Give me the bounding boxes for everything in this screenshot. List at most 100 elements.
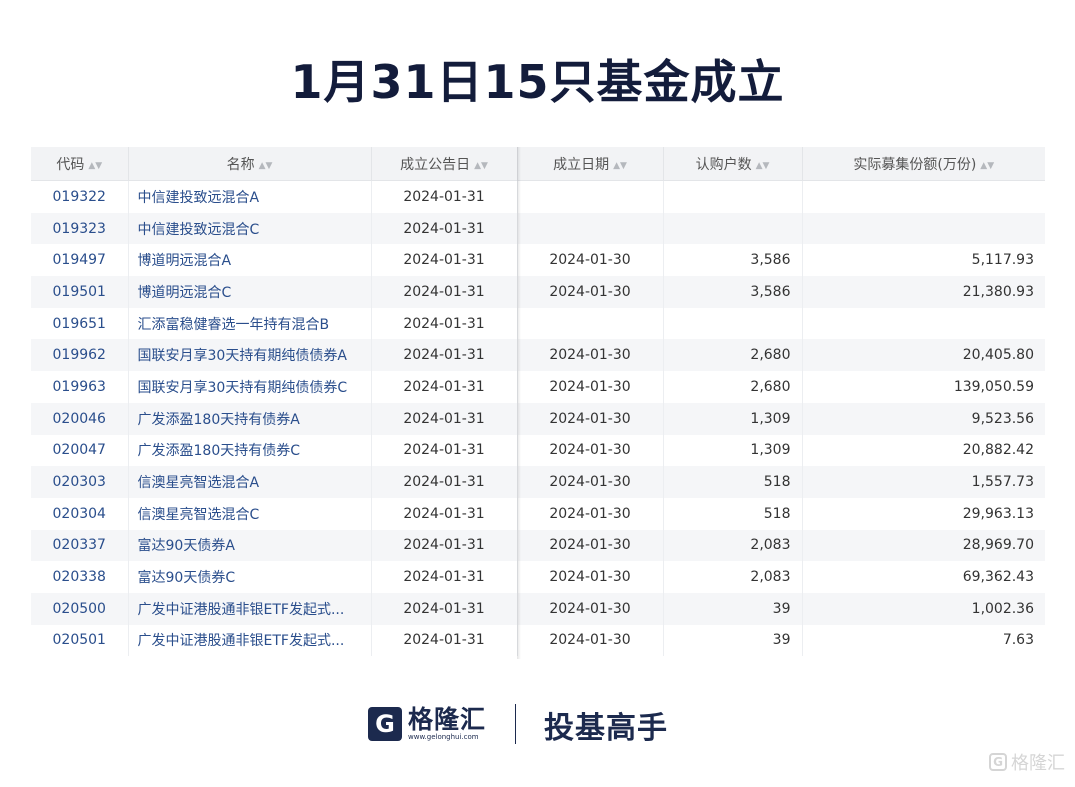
logo-name: 格隆汇	[408, 704, 487, 734]
column-header-establish-date[interactable]: 成立日期 ▲▼	[517, 147, 664, 181]
column-header-name[interactable]: 名称 ▲▼	[128, 147, 372, 181]
fund-table-container: 代码 ▲▼ 名称 ▲▼ 成立公告日 ▲▼ 成立日期 ▲▼ 认购户数 ▲▼ 实际募集份额(万…	[31, 147, 1045, 659]
announce-date-cell: 2024-01-31	[371, 244, 518, 277]
fund-code-link[interactable]: 019322	[31, 180, 129, 213]
establish-date-cell: 2024-01-30	[517, 244, 664, 277]
fund-code-link[interactable]: 020338	[31, 561, 129, 593]
watermark-logo-icon: G	[989, 753, 1007, 771]
establish-date-cell: 2024-01-30	[517, 371, 664, 403]
footer-slogan: 投基高手	[544, 711, 668, 746]
raised-shares-cell: 20,882.42	[962, 442, 1034, 459]
table-row[interactable]: 020047 广发添盈180天持有债券C 2024-01-31 2024-01-30 1…	[31, 434, 1045, 467]
announce-date-cell: 2024-01-31	[371, 434, 518, 467]
fund-name-link[interactable]: 中信建投致远混合A	[128, 180, 372, 213]
fund-name-link[interactable]: 广发添盈180天持有债券C	[128, 434, 372, 467]
watermark: G 格隆汇	[989, 749, 1065, 775]
announce-date-cell: 2024-01-31	[371, 592, 518, 625]
logo-url: www.gelonghui.com	[408, 732, 479, 741]
subscribers-cell: 1,309	[663, 402, 803, 435]
fund-code-link[interactable]: 019651	[31, 307, 129, 340]
table-row[interactable]: 020046 广发添盈180天持有债券A 2024-01-31 2024-01-30 1…	[31, 402, 1045, 435]
raised-shares-cell: 5,117.93	[971, 252, 1034, 269]
fund-name-link[interactable]: 博道明远混合A	[128, 244, 372, 277]
fund-code-link[interactable]: 019501	[31, 276, 129, 308]
establish-date-cell: 2024-01-30	[517, 529, 664, 562]
raised-shares-cell	[802, 308, 1045, 340]
subscribers-cell	[663, 212, 803, 245]
fund-code-link[interactable]: 020047	[31, 434, 129, 467]
fund-table: 代码 ▲▼ 名称 ▲▼ 成立公告日 ▲▼ 成立日期 ▲▼ 认购户数 ▲▼ 实际募集份额(万…	[31, 147, 1045, 657]
column-header-subscribers[interactable]: 认购户数 ▲▼	[663, 147, 803, 181]
subscribers-cell: 518	[663, 497, 803, 530]
table-row[interactable]: 020501 广发中证港股通非银ETF发起式... 2024-01-31 2024-0…	[31, 624, 1045, 657]
table-row[interactable]: 020337 富达90天债券A 2024-01-31 2024-01-30 2,083 2…	[31, 529, 1045, 562]
fund-code-link[interactable]: 019497	[31, 244, 129, 277]
sort-arrows-icon[interactable]: ▲▼	[756, 161, 770, 171]
fund-name-link[interactable]: 富达90天债券C	[128, 561, 372, 593]
establish-date-cell: 2024-01-30	[517, 339, 664, 372]
table-row[interactable]: 019651 汇添富稳健睿选一年持有混合B 2024-01-31	[31, 307, 1045, 340]
table-row[interactable]: 019501 博道明远混合C 2024-01-31 2024-01-30 3,586 21…	[31, 276, 1045, 308]
table-row[interactable]: 020338 富达90天债券C 2024-01-31 2024-01-30 2,083 6…	[31, 561, 1045, 593]
sort-arrows-icon[interactable]: ▲▼	[980, 161, 994, 171]
raised-shares-cell: 9,523.56	[802, 402, 1045, 435]
table-body: 019322 中信建投致远混合A 2024-01-31 019323 中信建投致远混合C…	[31, 180, 1045, 657]
announce-date-cell: 2024-01-31	[371, 402, 518, 435]
fund-code-link[interactable]: 020304	[31, 497, 129, 530]
subscribers-cell: 2,680	[663, 371, 803, 403]
fund-name-link[interactable]: 信澳星亮智选混合C	[128, 497, 372, 530]
fund-code-link[interactable]: 020501	[31, 624, 129, 657]
table-row[interactable]: 019323 中信建投致远混合C 2024-01-31	[31, 212, 1045, 245]
fund-name-link[interactable]: 汇添富稳健睿选一年持有混合B	[128, 307, 372, 340]
table-row[interactable]: 020304 信澳星亮智选混合C 2024-01-31 2024-01-30 518 29…	[31, 497, 1045, 530]
table-row[interactable]: 019322 中信建投致远混合A 2024-01-31	[31, 180, 1045, 213]
raised-shares-cell: 1,557.73	[802, 466, 1045, 498]
establish-date-cell: 2024-01-30	[517, 434, 664, 467]
fund-code-link[interactable]: 019963	[31, 371, 129, 403]
announce-date-cell: 2024-01-31	[371, 624, 518, 657]
fund-name-link[interactable]: 博道明远混合C	[128, 276, 372, 308]
fund-name-link[interactable]: 富达90天债券A	[128, 529, 372, 562]
footer-divider	[515, 704, 516, 744]
establish-date-cell: 2024-01-30	[517, 624, 664, 657]
fund-name-link[interactable]: 广发中证港股通非银ETF发起式...	[128, 592, 372, 625]
table-row[interactable]: 019963 国联安月享30天持有期纯债债券C 2024-01-31 2024-01-…	[31, 371, 1045, 403]
sort-arrows-icon[interactable]: ▲▼	[88, 161, 102, 171]
sort-arrows-icon[interactable]: ▲▼	[259, 161, 273, 171]
table-row[interactable]: 020500 广发中证港股通非银ETF发起式... 2024-01-31 2024-0…	[31, 592, 1045, 625]
establish-date-cell	[517, 307, 664, 340]
table-row[interactable]: 019962 国联安月享30天持有期纯债债券A 2024-01-31 2024-01-…	[31, 339, 1045, 372]
raised-shares-cell: 139,050.59	[953, 378, 1034, 395]
announce-date-cell: 2024-01-31	[371, 276, 518, 308]
gelonghui-logo: G 格隆汇 www.gelonghui.com	[368, 703, 486, 745]
fund-name-link[interactable]: 国联安月享30天持有期纯债债券C	[128, 371, 372, 403]
table-header-row: 代码 ▲▼ 名称 ▲▼ 成立公告日 ▲▼ 成立日期 ▲▼ 认购户数 ▲▼ 实际募集份额(万…	[31, 147, 1045, 181]
fund-code-link[interactable]: 020337	[31, 529, 129, 562]
announce-date-cell: 2024-01-31	[371, 561, 518, 593]
watermark-text: 格隆汇	[1011, 753, 1065, 774]
column-header-raised-shares[interactable]: 实际募集份额(万份) ▲▼	[802, 147, 1045, 181]
column-header-code[interactable]: 代码 ▲▼	[31, 147, 129, 181]
raised-shares-cell: 28,969.70	[802, 529, 1045, 562]
fund-code-link[interactable]: 020046	[31, 402, 129, 435]
fund-name-link[interactable]: 广发添盈180天持有债券A	[128, 402, 372, 435]
establish-date-cell: 2024-01-30	[517, 561, 664, 593]
fund-code-link[interactable]: 019323	[31, 212, 129, 245]
fund-name-link[interactable]: 国联安月享30天持有期纯债债券A	[128, 339, 372, 372]
sort-arrows-icon[interactable]: ▲▼	[613, 161, 627, 171]
announce-date-cell: 2024-01-31	[371, 307, 518, 340]
announce-date-cell: 2024-01-31	[371, 529, 518, 562]
fund-code-link[interactable]: 020303	[31, 466, 129, 498]
establish-date-cell: 2024-01-30	[517, 466, 664, 498]
frozen-column-shadow	[517, 147, 521, 659]
table-row[interactable]: 020303 信澳星亮智选混合A 2024-01-31 2024-01-30 518 1,…	[31, 466, 1045, 498]
subscribers-cell: 39	[663, 624, 803, 657]
column-header-announce-date[interactable]: 成立公告日 ▲▼	[371, 147, 518, 181]
fund-code-link[interactable]: 020500	[31, 592, 129, 625]
sort-arrows-icon[interactable]: ▲▼	[474, 161, 488, 171]
fund-name-link[interactable]: 信澳星亮智选混合A	[128, 466, 372, 498]
fund-name-link[interactable]: 广发中证港股通非银ETF发起式...	[128, 624, 372, 657]
fund-name-link[interactable]: 中信建投致远混合C	[128, 212, 372, 245]
table-row[interactable]: 019497 博道明远混合A 2024-01-31 2024-01-30 3,586 5,…	[31, 244, 1045, 277]
fund-code-link[interactable]: 019962	[31, 339, 129, 372]
